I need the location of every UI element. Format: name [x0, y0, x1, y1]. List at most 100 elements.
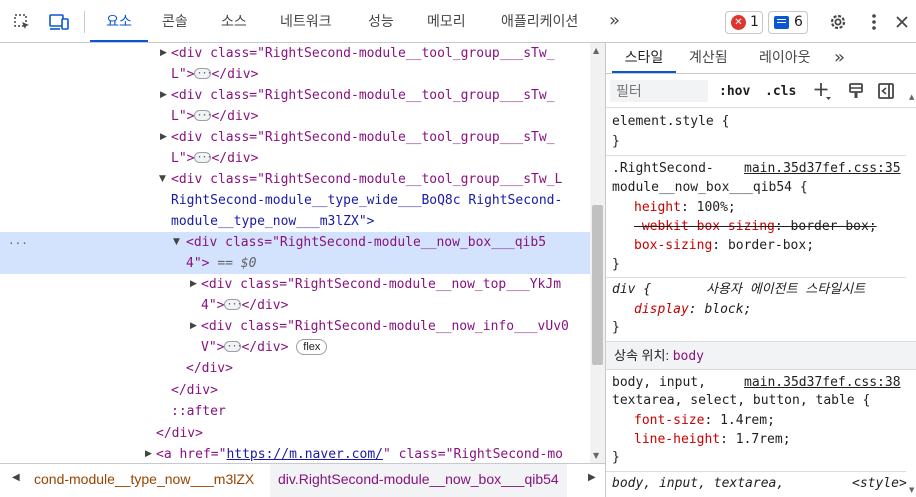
more-options-icon[interactable]	[864, 12, 884, 32]
dom-node-line[interactable]: module__type_now___m3lZX">	[171, 211, 375, 232]
close-devtools-icon[interactable]	[892, 12, 912, 32]
tab-performance[interactable]: 성능	[368, 0, 394, 42]
breadcrumb: ◀ cond-module__type_now___m3lZX div.Righ…	[0, 463, 605, 497]
tab-styles[interactable]: 스타일	[612, 43, 676, 73]
dom-node-line[interactable]: V"></div> flex	[201, 336, 328, 358]
more-tabs-button[interactable]: »	[609, 0, 620, 42]
rule-selector[interactable]: textarea, select, button, table {	[612, 391, 870, 411]
scroll-up-arrow-icon[interactable]: ▲	[909, 93, 914, 101]
collapsed-ellipsis-icon[interactable]	[194, 105, 212, 126]
expand-caret-icon[interactable]: ▶	[145, 444, 152, 465]
expand-caret-icon[interactable]: ▶	[190, 274, 197, 295]
collapsed-ellipsis-icon[interactable]	[194, 63, 212, 84]
styles-pane: 스타일 계산됨 레이아웃 » :hov .cls element.style {…	[606, 43, 916, 497]
collapsed-ellipsis-icon[interactable]	[224, 336, 242, 357]
dom-node-line[interactable]: 4"></div>	[201, 294, 288, 316]
dom-node-line[interactable]: <a href="https://m.naver.com/" class="Ri…	[156, 444, 563, 465]
rule-close-brace: }	[612, 320, 620, 335]
expand-caret-icon[interactable]: ▶	[160, 85, 167, 106]
tab-elements[interactable]: 요소	[90, 0, 148, 42]
breadcrumb-scroll-right-icon[interactable]: ▶	[588, 472, 596, 483]
pseudo-element-after[interactable]: ::after	[171, 401, 226, 422]
collapsed-ellipsis-icon[interactable]	[194, 147, 212, 168]
toggle-sidebar-icon[interactable]	[876, 81, 896, 105]
rule-close-brace: }	[612, 450, 620, 465]
css-declaration[interactable]: line-height: 1.7rem;	[634, 430, 791, 450]
stylesheet-source-link[interactable]: <style>	[852, 474, 907, 494]
tab-computed[interactable]: 계산됨	[689, 43, 728, 73]
expand-caret-icon[interactable]: ▶	[190, 316, 197, 337]
error-count-badge[interactable]: ✕ 1	[725, 11, 763, 34]
tab-console[interactable]: 콘솔	[162, 0, 188, 42]
styles-scrollbar[interactable]: ▲ ▼	[909, 43, 916, 497]
rule-selector[interactable]: body, input,	[612, 373, 706, 393]
inherited-from-link[interactable]: body	[673, 349, 704, 364]
scroll-up-arrow-icon[interactable]: ▲	[593, 46, 599, 55]
message-count: 6	[794, 14, 803, 30]
dom-node-line-selected[interactable]: <div class="RightSecond-module__now_box_…	[186, 232, 546, 253]
settings-gear-icon[interactable]	[828, 12, 848, 32]
hov-toggle[interactable]: :hov	[719, 84, 750, 99]
css-declaration[interactable]: font-size: 1.4rem;	[634, 411, 775, 431]
dom-close-tag[interactable]: </div>	[186, 358, 233, 379]
dom-node-line[interactable]: <div class="RightSecond-module__tool_gro…	[171, 85, 555, 106]
tab-network[interactable]: 네트워크	[280, 0, 332, 42]
inherited-from-header: 상속 위치: body	[614, 348, 704, 364]
node-actions-icon[interactable]: ···	[8, 233, 28, 254]
cls-toggle[interactable]: .cls	[765, 84, 796, 99]
rule-close-brace: }	[612, 257, 620, 272]
dom-node-line[interactable]: <div class="RightSecond-module__now_top_…	[201, 274, 561, 295]
message-icon	[774, 16, 789, 29]
breadcrumb-scroll-left-icon[interactable]: ◀	[12, 472, 20, 483]
tab-sources[interactable]: 소스	[221, 0, 247, 42]
dom-close-tag[interactable]: </div>	[156, 423, 203, 444]
collapse-caret-icon[interactable]: ▼	[159, 169, 166, 190]
tab-layout[interactable]: 레이아웃	[759, 43, 811, 73]
element-style-selector[interactable]: element.style {	[612, 112, 729, 132]
scroll-down-arrow-icon[interactable]: ▼	[593, 451, 599, 460]
device-toolbar-icon[interactable]	[48, 12, 69, 32]
scroll-down-arrow-icon[interactable]: ▼	[909, 486, 914, 494]
rule-selector[interactable]: div {	[612, 280, 651, 300]
dom-node-line[interactable]: <div class="RightSecond-module__now_info…	[201, 316, 569, 337]
css-declaration-overridden[interactable]: -webkit-box-sizing: border-box;	[634, 217, 877, 237]
expand-caret-icon[interactable]: ▶	[160, 43, 167, 64]
dom-node-line-selected[interactable]: 4"> == $0	[186, 253, 256, 274]
message-count-badge[interactable]: 6	[768, 11, 808, 34]
dom-node-line[interactable]: <div class="RightSecond-module__tool_gro…	[171, 127, 555, 148]
more-tabs-button[interactable]: »	[834, 43, 845, 73]
element-state-icon[interactable]	[846, 81, 866, 105]
dom-node-line[interactable]: L"></div>	[171, 63, 258, 85]
breadcrumb-item-selected[interactable]: div.RightSecond-module__now_box___qib54	[270, 464, 567, 497]
dom-node-line[interactable]: L"></div>	[171, 105, 258, 127]
css-declaration[interactable]: display: block;	[634, 300, 751, 320]
dom-node-line[interactable]: RightSecond-module__type_wide___BoQ8c Ri…	[171, 190, 562, 211]
elements-scrollbar-thumb[interactable]	[592, 205, 603, 365]
stylesheet-source-link[interactable]: main.35d37fef.css:35	[744, 159, 901, 179]
dom-node-line[interactable]: <div class="RightSecond-module__tool_gro…	[171, 43, 555, 64]
devtools-toolbar: 요소 콘솔 소스 네트워크 성능 메모리 애플리케이션 » ✕ 1 6	[0, 0, 916, 43]
rule-selector[interactable]: module__now_box___qib54 {	[612, 178, 808, 198]
expand-caret-icon[interactable]: ▶	[160, 127, 167, 148]
collapse-caret-icon[interactable]: ▼	[173, 232, 180, 253]
dom-node-line[interactable]: L"></div>	[171, 147, 258, 169]
rule-selector[interactable]: .RightSecond-	[612, 159, 714, 179]
error-count: 1	[750, 14, 759, 30]
rule-selector[interactable]: body, input, textarea,	[612, 474, 784, 494]
tab-memory[interactable]: 메모리	[427, 0, 466, 42]
stylesheet-source-link[interactable]: main.35d37fef.css:38	[744, 373, 901, 393]
css-declaration[interactable]: height: 100%;	[634, 198, 736, 218]
error-icon: ✕	[731, 15, 746, 30]
user-agent-stylesheet-label: 사용자 에이전트 스타일시트	[706, 282, 866, 297]
dom-close-tag[interactable]: </div>	[171, 380, 218, 401]
css-declaration[interactable]: box-sizing: border-box;	[634, 236, 814, 256]
collapsed-ellipsis-icon[interactable]	[224, 294, 242, 315]
inspect-element-icon[interactable]	[12, 12, 32, 32]
rule-close-brace: }	[612, 134, 620, 149]
breadcrumb-item[interactable]: cond-module__type_now___m3lZX	[34, 471, 254, 487]
flex-badge[interactable]: flex	[296, 338, 328, 355]
dom-node-line[interactable]: <div class="RightSecond-module__tool_gro…	[171, 169, 562, 190]
tab-application[interactable]: 애플리케이션	[501, 0, 578, 42]
styles-filter-input[interactable]	[610, 80, 708, 102]
add-rule-icon[interactable]	[812, 80, 834, 106]
